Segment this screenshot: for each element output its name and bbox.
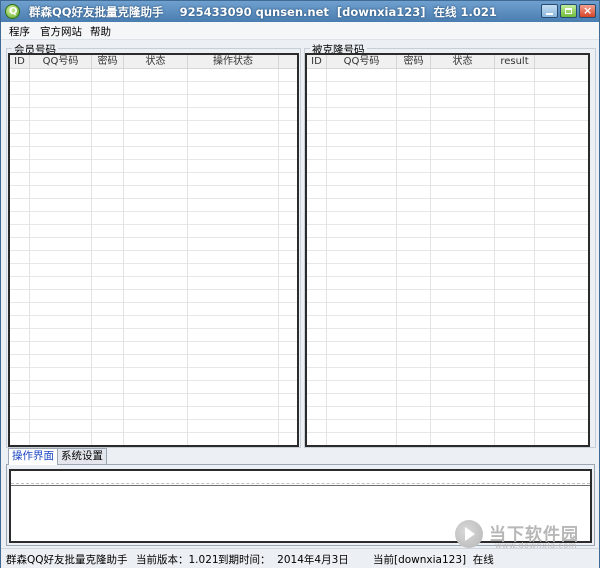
member-col-password[interactable]: 密码 [92,55,124,69]
menu-bar: 程序 官方网站 帮助 [1,22,599,40]
window-title: 群森QQ好友批量克隆助手 925433090 qunsen.net [downx… [29,5,497,19]
cloned-col-status[interactable]: 状态 [431,55,495,69]
tab-operation[interactable]: 操作界面 [8,448,58,465]
status-version: 当前版本：1.021 [136,554,219,566]
member-table-body [10,69,297,445]
title-bar[interactable]: Q 群森QQ好友批量克隆助手 925433090 qunsen.net [dow… [1,1,599,22]
menu-official-site[interactable]: 官方网站 [40,24,82,39]
cloned-table-header: ID QQ号码 密码 状态 result [307,55,588,69]
main-window: Q 群森QQ好友批量克隆助手 925433090 qunsen.net [dow… [0,0,600,568]
close-button[interactable]: × [579,4,596,18]
member-table[interactable]: ID QQ号码 密码 状态 操作状态 [8,53,299,447]
log-divider [11,483,590,484]
close-icon: × [583,4,593,17]
status-user: 当前[downxia123] 在线 [373,554,494,566]
status-app-name: 群森QQ好友批量克隆助手 [6,554,128,566]
cloned-col-result[interactable]: result [495,55,535,69]
cloned-table[interactable]: ID QQ号码 密码 状态 result [305,53,590,447]
maximize-icon [565,8,572,14]
app-logo-icon: Q [5,4,20,19]
log-divider-solid [11,485,590,486]
minimize-icon [546,13,553,15]
minimize-button[interactable] [541,4,558,18]
cloned-col-qq[interactable]: QQ号码 [327,55,397,69]
member-col-qq[interactable]: QQ号码 [30,55,92,69]
status-bar: 群森QQ好友批量克隆助手 当前版本：1.021 到期时间： 2014年4月3日 … [1,548,599,568]
member-col-op-status[interactable]: 操作状态 [188,55,279,69]
member-col-id[interactable]: ID [10,55,30,69]
cloned-col-password[interactable]: 密码 [397,55,431,69]
tab-settings[interactable]: 系统设置 [57,448,107,464]
watermark-play-icon [455,520,483,548]
cloned-col-id[interactable]: ID [307,55,327,69]
member-col-status[interactable]: 状态 [124,55,188,69]
menu-help[interactable]: 帮助 [90,24,111,39]
menu-program[interactable]: 程序 [9,24,30,39]
cloned-table-body [307,69,588,445]
member-table-header: ID QQ号码 密码 状态 操作状态 [10,55,297,69]
status-expiry: 到期时间： 2014年4月3日 [218,554,349,566]
maximize-button[interactable] [560,4,577,18]
